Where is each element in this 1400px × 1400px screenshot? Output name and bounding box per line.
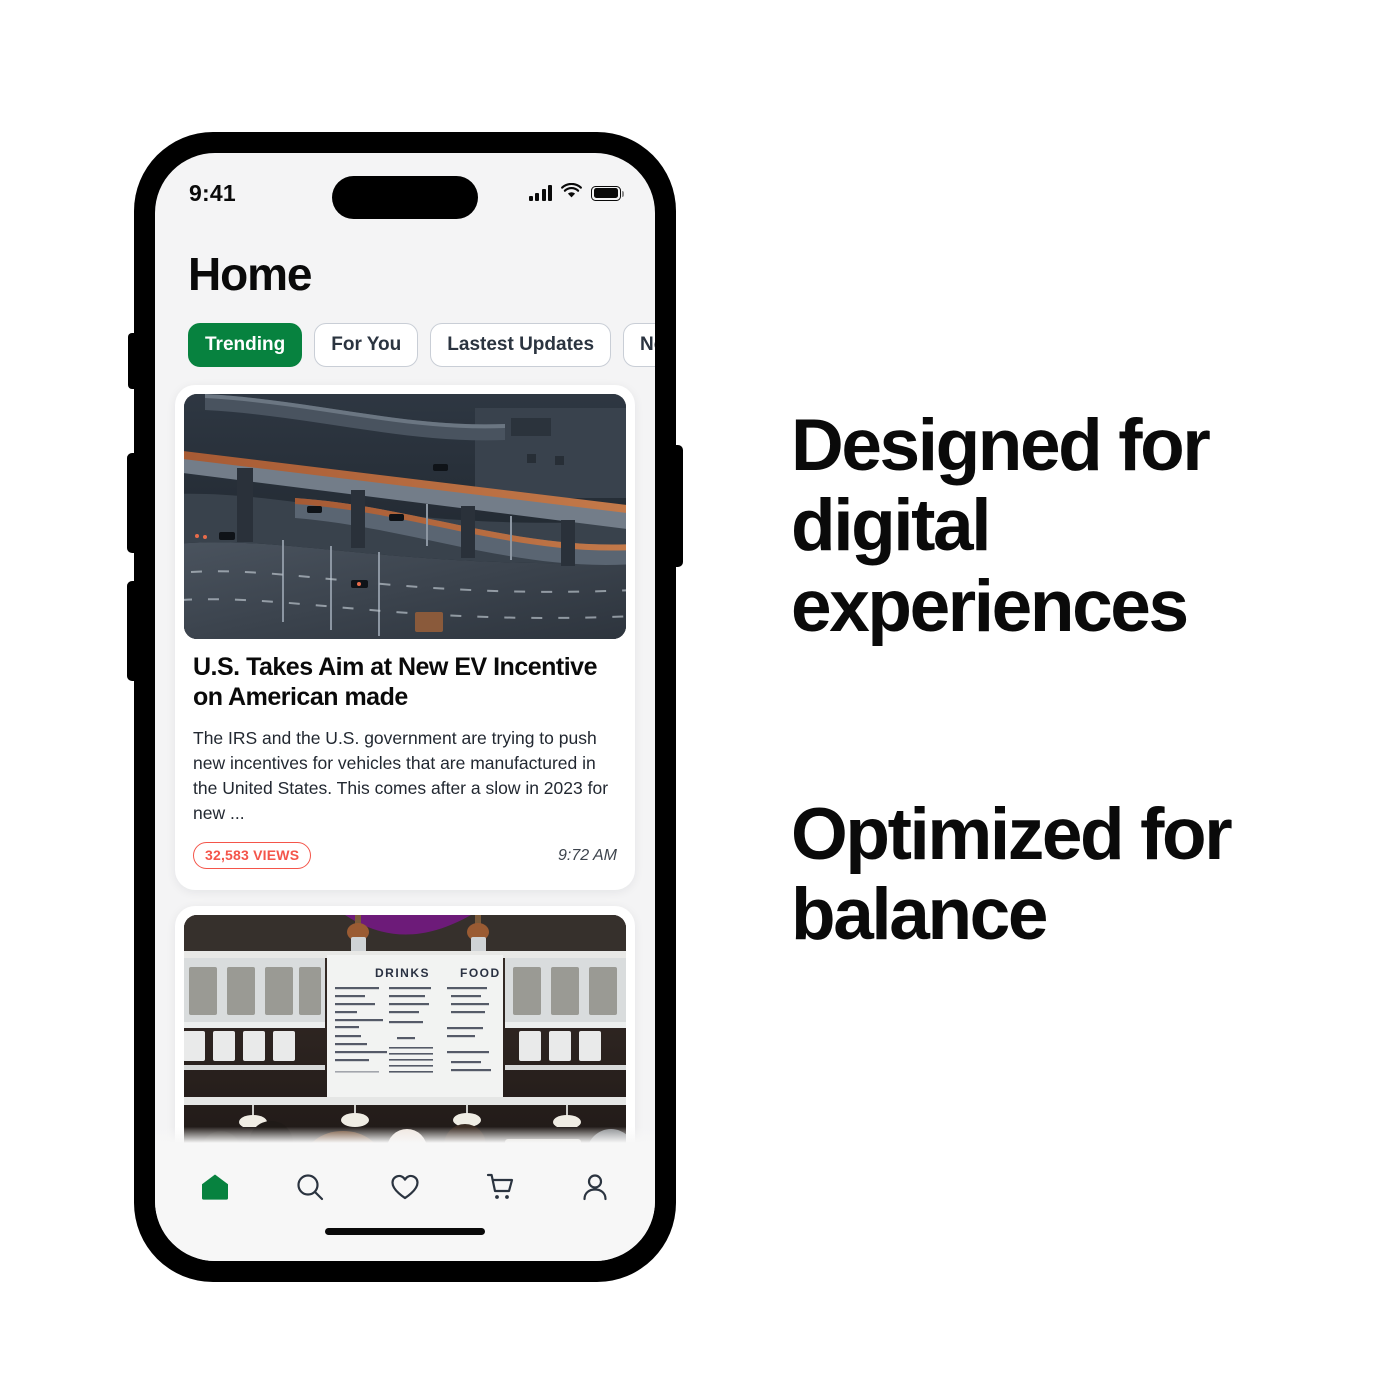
tab-for-you[interactable]: For You <box>314 323 419 367</box>
article-title: U.S. Takes Aim at New EV Incentive on Am… <box>193 653 597 711</box>
status-bar-indicators <box>528 182 624 204</box>
tabbar-item-cart[interactable] <box>478 1167 522 1211</box>
category-tab-strip[interactable]: Trending For You Lastest Updates New Ite… <box>155 297 655 367</box>
tabbar-item-profile[interactable] <box>573 1167 617 1211</box>
marketing-headline-primary: Designed for digital experiences <box>791 405 1211 647</box>
phone-screen: 9:41 Home Trending For You Lastest Updat… <box>155 153 655 1261</box>
bottom-tab-bar[interactable] <box>155 1143 655 1261</box>
search-icon <box>294 1171 326 1208</box>
tab-lastest-updates[interactable]: Lastest Updates <box>430 323 612 367</box>
tab-new-items[interactable]: New Items <box>623 323 655 367</box>
silent-switch-button[interactable] <box>128 333 137 389</box>
volume-down-button[interactable] <box>127 581 137 681</box>
marketing-headline-secondary: Optimized for balance <box>791 793 1233 956</box>
article-image-highway-interchange <box>184 394 626 639</box>
feed-fade-overlay <box>155 1127 655 1143</box>
wifi-icon <box>561 182 582 204</box>
dynamic-island <box>332 176 478 219</box>
tabbar-item-home[interactable] <box>193 1167 237 1211</box>
article-timestamp: 9:72 AM <box>558 846 617 864</box>
home-icon <box>199 1171 231 1208</box>
page-title: Home <box>188 248 313 300</box>
phone-mockup: 9:41 Home Trending For You Lastest Updat… <box>127 133 683 1281</box>
article-description: The IRS and the U.S. government are tryi… <box>193 728 609 823</box>
cellular-signal-icon <box>528 185 552 201</box>
battery-full-icon <box>591 185 624 201</box>
svg-text:FOOD: FOOD <box>460 966 501 980</box>
home-indicator[interactable] <box>325 1228 485 1235</box>
person-icon <box>579 1171 611 1208</box>
power-button[interactable] <box>673 445 683 567</box>
status-bar: 9:41 <box>155 153 655 219</box>
tabbar-item-favorites[interactable] <box>383 1167 427 1211</box>
tab-trending[interactable]: Trending <box>188 323 303 367</box>
cart-icon <box>484 1171 516 1208</box>
heart-icon <box>389 1171 421 1208</box>
views-badge: 32,583 VIEWS <box>193 842 312 870</box>
volume-up-button[interactable] <box>127 453 137 553</box>
article-body: U.S. Takes Aim at New EV Incentive on Am… <box>184 639 626 881</box>
tabbar-item-search[interactable] <box>288 1167 332 1211</box>
poster-canvas: 9:41 Home Trending For You Lastest Updat… <box>0 0 1400 1400</box>
status-bar-time: 9:41 <box>189 179 236 206</box>
marketing-copy: Designed for digital experiences Optimiz… <box>791 405 1331 956</box>
article-feed[interactable]: U.S. Takes Aim at New EV Incentive on Am… <box>155 367 655 1185</box>
svg-text:DRINKS: DRINKS <box>375 966 430 980</box>
article-meta: 32,583 VIEWS 9:72 AM <box>193 842 617 870</box>
article-card[interactable]: U.S. Takes Aim at New EV Incentive on Am… <box>175 385 635 891</box>
